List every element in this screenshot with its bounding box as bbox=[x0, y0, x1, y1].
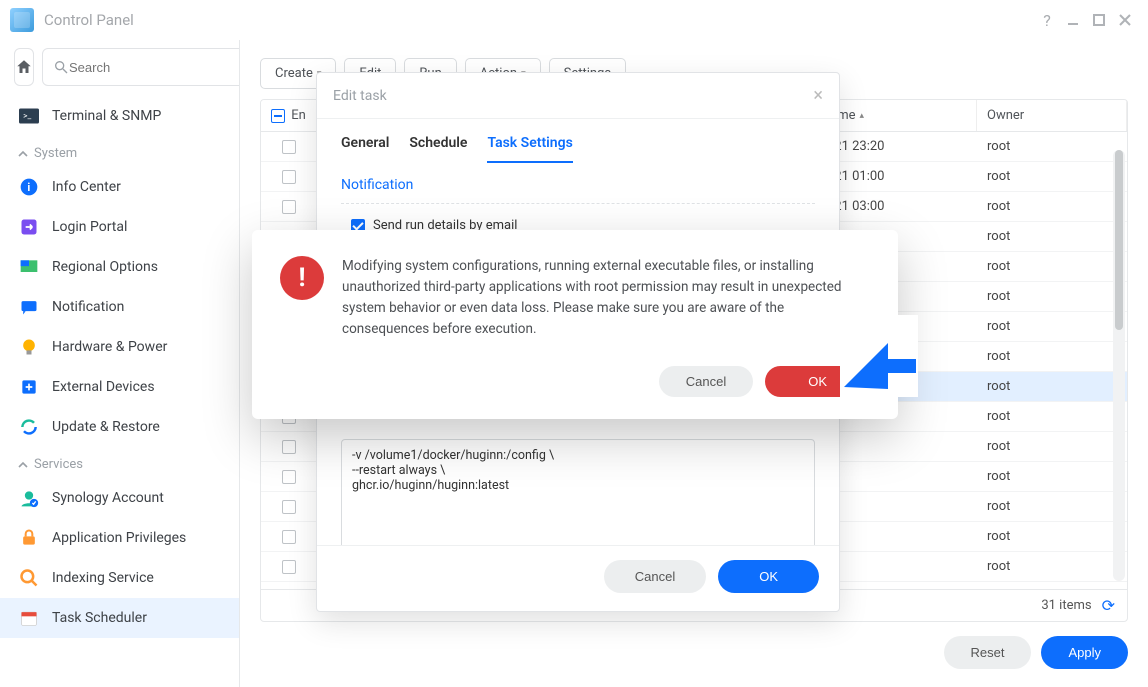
globe-icon bbox=[18, 256, 40, 278]
cell-owner: root bbox=[977, 462, 1127, 491]
row-checkbox[interactable] bbox=[282, 560, 296, 574]
sidebar-item-regional[interactable]: Regional Options bbox=[0, 247, 239, 287]
cell-owner: root bbox=[977, 222, 1127, 251]
search-input[interactable] bbox=[69, 60, 240, 75]
app-icon bbox=[10, 8, 34, 32]
cell-owner: root bbox=[977, 252, 1127, 281]
cell-owner: root bbox=[977, 192, 1127, 221]
cell-owner: root bbox=[977, 402, 1127, 431]
sidebar-item-indexing[interactable]: Indexing Service bbox=[0, 558, 239, 598]
row-checkbox[interactable] bbox=[282, 170, 296, 184]
modal-cancel-button[interactable]: Cancel bbox=[604, 560, 706, 593]
modal-title: Edit task bbox=[333, 88, 387, 104]
search-icon bbox=[53, 59, 69, 75]
cell-owner: root bbox=[977, 162, 1127, 191]
sidebar-item-app-priv[interactable]: Application Privileges bbox=[0, 518, 239, 558]
sidebar-item-task-scheduler[interactable]: Task Scheduler bbox=[0, 598, 239, 638]
terminal-icon: >_ bbox=[18, 105, 40, 127]
cell-owner: root bbox=[977, 552, 1127, 581]
chevron-up-icon bbox=[18, 149, 28, 159]
minimize-button[interactable] bbox=[1060, 7, 1086, 33]
col-owner[interactable]: Owner bbox=[977, 100, 1127, 131]
cell-owner: root bbox=[977, 522, 1127, 551]
reset-button[interactable]: Reset bbox=[944, 636, 1032, 669]
row-checkbox[interactable] bbox=[282, 530, 296, 544]
row-checkbox[interactable] bbox=[282, 470, 296, 484]
sidebar-item-notification[interactable]: Notification bbox=[0, 287, 239, 327]
chevron-up-icon bbox=[18, 460, 28, 470]
portal-icon bbox=[18, 216, 40, 238]
cell-owner: root bbox=[977, 372, 1127, 401]
apply-button[interactable]: Apply bbox=[1041, 636, 1128, 669]
warning-icon: ! bbox=[280, 256, 324, 300]
device-icon bbox=[18, 376, 40, 398]
home-button[interactable] bbox=[14, 48, 34, 86]
sidebar-item-external[interactable]: External Devices bbox=[0, 367, 239, 407]
sidebar-item-hardware[interactable]: Hardware & Power bbox=[0, 327, 239, 367]
search-file-icon bbox=[18, 567, 40, 589]
sidebar-item-update[interactable]: Update & Restore bbox=[0, 407, 239, 447]
maximize-button[interactable] bbox=[1086, 7, 1112, 33]
row-checkbox[interactable] bbox=[282, 200, 296, 214]
section-notification-title: Notification bbox=[341, 171, 815, 204]
col-enabled[interactable]: En bbox=[261, 100, 317, 131]
svg-text:>_: >_ bbox=[23, 112, 31, 122]
arrow-overlay bbox=[840, 315, 918, 401]
warning-dialog: ! Modifying system configurations, runni… bbox=[252, 230, 898, 419]
cell-owner: root bbox=[977, 312, 1127, 341]
cell-owner: root bbox=[977, 282, 1127, 311]
chat-icon bbox=[18, 296, 40, 318]
sidebar-item-syn-account[interactable]: Synology Account bbox=[0, 478, 239, 518]
window-title: Control Panel bbox=[44, 11, 134, 29]
cell-owner: root bbox=[977, 492, 1127, 521]
tab-schedule[interactable]: Schedule bbox=[409, 129, 467, 163]
titlebar: Control Panel ? bbox=[0, 0, 1148, 40]
checkbox-mixed[interactable] bbox=[271, 109, 285, 123]
warn-cancel-button[interactable]: Cancel bbox=[659, 366, 753, 397]
help-button[interactable]: ? bbox=[1034, 7, 1060, 33]
item-count: 31 items bbox=[1041, 598, 1091, 613]
sort-asc-icon: ▴ bbox=[860, 111, 865, 121]
row-checkbox[interactable] bbox=[282, 440, 296, 454]
sidebar-item-terminal[interactable]: >_ Terminal & SNMP bbox=[0, 96, 239, 136]
calendar-icon bbox=[18, 607, 40, 629]
cell-owner: root bbox=[977, 342, 1127, 371]
row-checkbox[interactable] bbox=[282, 140, 296, 154]
section-services[interactable]: Services bbox=[0, 447, 239, 478]
sidebar-item-label: Terminal & SNMP bbox=[52, 108, 161, 124]
warning-text: Modifying system configurations, running… bbox=[342, 256, 870, 340]
modal-close-button[interactable]: × bbox=[813, 85, 823, 106]
sidebar-item-info-center[interactable]: i Info Center bbox=[0, 167, 239, 207]
bulb-icon bbox=[18, 336, 40, 358]
scrollbar[interactable] bbox=[1113, 150, 1125, 581]
sidebar: >_ Terminal & SNMP System i Info Center … bbox=[0, 40, 240, 687]
svg-text:i: i bbox=[27, 181, 30, 194]
user-icon bbox=[18, 487, 40, 509]
lock-icon bbox=[18, 527, 40, 549]
footer-actions: Reset Apply bbox=[260, 622, 1128, 687]
section-system[interactable]: System bbox=[0, 136, 239, 167]
refresh-button[interactable]: ⟳ bbox=[1102, 596, 1115, 615]
info-icon: i bbox=[18, 176, 40, 198]
refresh-icon bbox=[18, 416, 40, 438]
search-field[interactable] bbox=[42, 48, 240, 86]
modal-tabs: General Schedule Task Settings bbox=[317, 119, 839, 163]
cell-owner: root bbox=[977, 582, 1127, 589]
close-button[interactable] bbox=[1112, 7, 1138, 33]
scrollbar-thumb[interactable] bbox=[1115, 150, 1123, 330]
tab-task-settings[interactable]: Task Settings bbox=[487, 129, 572, 163]
row-checkbox[interactable] bbox=[282, 500, 296, 514]
cell-owner: root bbox=[977, 432, 1127, 461]
tab-general[interactable]: General bbox=[341, 129, 389, 163]
script-textarea[interactable]: -v /volume1/docker/huginn:/config \ --re… bbox=[341, 439, 815, 545]
sidebar-item-login-portal[interactable]: Login Portal bbox=[0, 207, 239, 247]
modal-ok-button[interactable]: OK bbox=[718, 560, 819, 593]
cell-owner: root bbox=[977, 132, 1127, 161]
